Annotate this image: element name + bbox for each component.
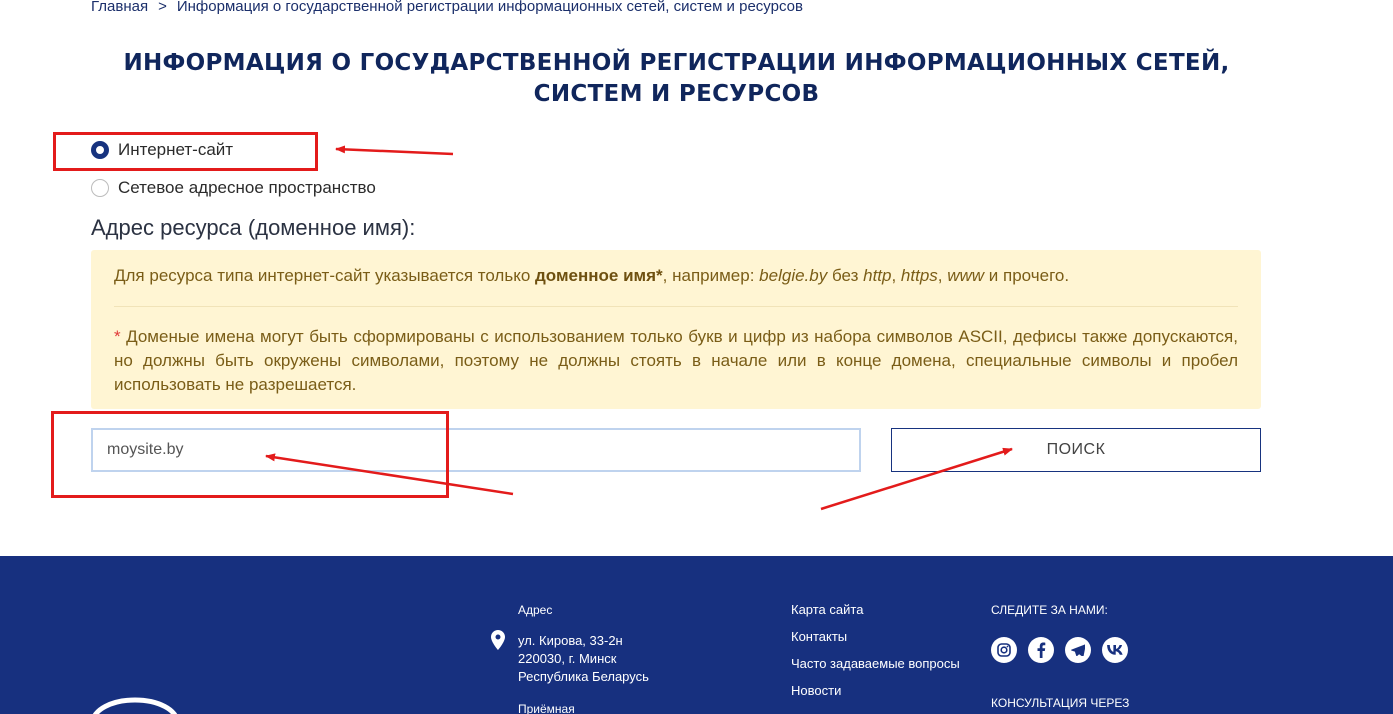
footer-reception-heading: Приёмная (518, 702, 575, 714)
facebook-icon[interactable] (1028, 637, 1054, 663)
footer-address: ул. Кирова, 33-2н 220030, г. Минск Респу… (518, 632, 649, 686)
footer-consult-heading: КОНСУЛЬТАЦИЯ ЧЕРЕЗ (991, 696, 1130, 710)
notice-http: http (863, 266, 892, 285)
annotation-box-input (51, 411, 449, 498)
footer-address-heading: Адрес (518, 603, 553, 617)
notice-bold: доменное имя (535, 266, 657, 285)
radio-address-space-unselected[interactable] (91, 179, 109, 197)
notice-text: Для ресурса типа интернет-сайт указывает… (114, 266, 536, 285)
notice-divider (114, 306, 1238, 307)
notice-comma: , (891, 266, 901, 285)
address-label: Адрес ресурса (доменное имя): (91, 215, 416, 240)
footer-link-faq[interactable]: Часто задаваемые вопросы (791, 656, 960, 673)
breadcrumb-separator: > (158, 0, 167, 15)
notice-example: belgie.by (759, 266, 828, 285)
instagram-icon[interactable] (991, 637, 1017, 663)
annotation-box-radio (53, 132, 318, 171)
notice-text-middle: , например: (662, 266, 760, 285)
breadcrumb-home-link[interactable]: Главная (91, 0, 148, 15)
footer-social (991, 637, 1128, 663)
page: Главная > Информация о государственной рег… (0, 0, 1393, 714)
notice-box: Для ресурса типа интернет-сайт указывает… (91, 250, 1261, 409)
note-text: Доменые имена могут быть сформированы с … (114, 327, 1238, 394)
notice-www: www (947, 266, 985, 285)
vk-icon[interactable] (1102, 637, 1128, 663)
footer: Адрес ул. Кирова, 33-2н 220030, г. Минск… (0, 556, 1393, 714)
radio-option-address-space[interactable]: Сетевое адресное пространство (91, 178, 376, 198)
footer-address-line: 220030, г. Минск (518, 651, 617, 666)
footer-address-line: ул. Кирова, 33-2н (518, 633, 623, 648)
footer-address-line: Республика Беларусь (518, 669, 649, 684)
notice-star: * (656, 266, 663, 285)
search-button[interactable]: ПОИСК (891, 428, 1261, 472)
notice-text-end: и прочего. (984, 266, 1070, 285)
footer-links: Карта сайта Контакты Часто задаваемые во… (791, 602, 960, 710)
location-pin-icon (491, 630, 505, 650)
breadcrumb-current: Информация о государственной регистрации… (176, 0, 803, 15)
footer-link-sitemap[interactable]: Карта сайта (791, 602, 960, 619)
page-title: ИНФОРМАЦИЯ О ГОСУДАРСТВЕННОЙ РЕГИСТРАЦИИ… (123, 50, 1230, 107)
notice-line: Для ресурса типа интернет-сайт указывает… (114, 266, 1069, 286)
logo-icon (92, 697, 178, 714)
footer-link-contacts[interactable]: Контакты (791, 629, 960, 646)
radio-address-space-label: Сетевое адресное пространство (118, 178, 376, 197)
notice-text-without: без (827, 266, 864, 285)
notice-note: * Доменые имена могут быть сформированы … (114, 325, 1238, 397)
footer-follow-heading: СЛЕДИТЕ ЗА НАМИ: (991, 603, 1108, 617)
notice-comma: , (937, 266, 948, 285)
note-star: * (114, 327, 121, 346)
annotation-arrow-radio (335, 145, 454, 156)
notice-https: https (900, 266, 938, 285)
footer-link-news[interactable]: Новости (791, 683, 960, 700)
telegram-icon[interactable] (1065, 637, 1091, 663)
breadcrumb: Главная > Информация о государственной рег… (91, 0, 803, 15)
